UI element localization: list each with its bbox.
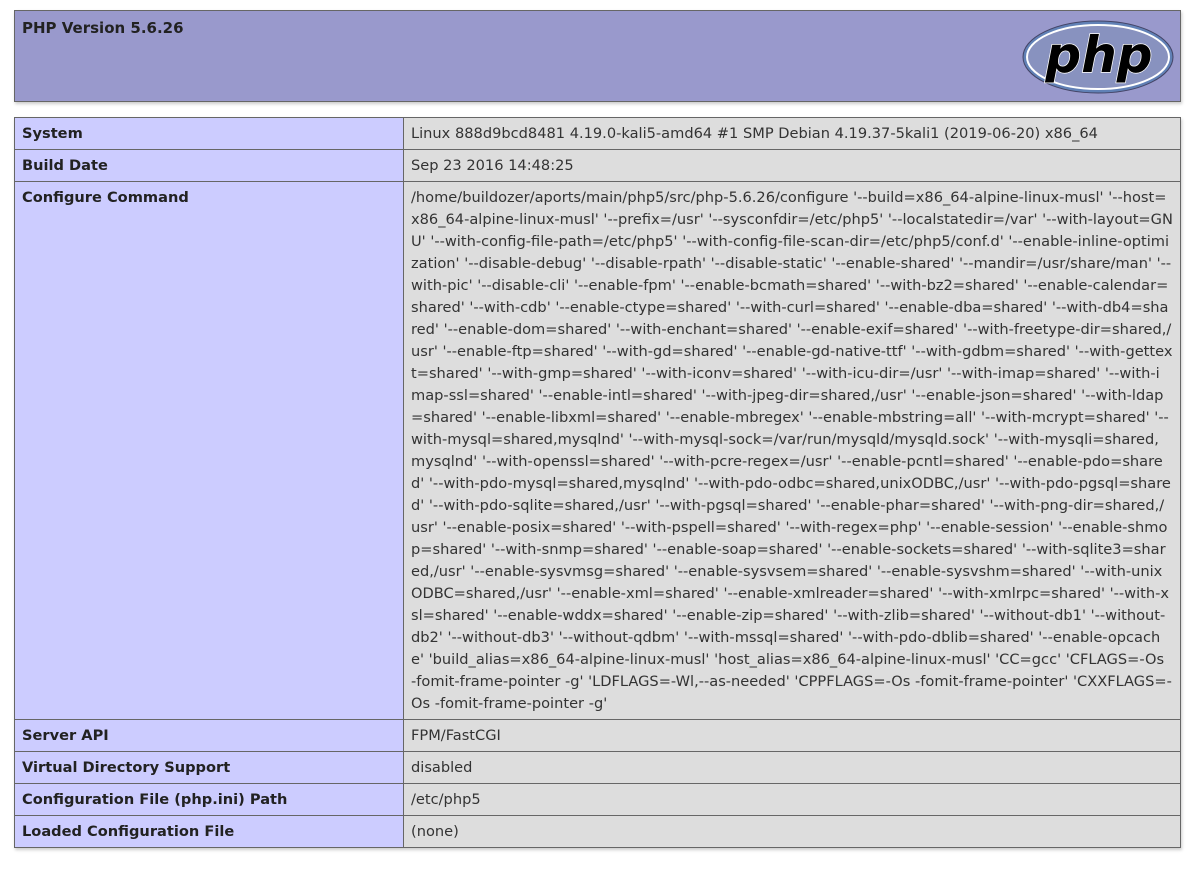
row-key: Server API <box>14 719 404 752</box>
row-value: /etc/php5 <box>403 783 1181 816</box>
row-key: Build Date <box>14 149 404 182</box>
row-value: (none) <box>403 815 1181 848</box>
row-key: System <box>14 117 404 150</box>
row-value: Sep 23 2016 14:48:25 <box>403 149 1181 182</box>
php-version-header: PHP Version 5.6.26 php <box>14 10 1181 102</box>
php-info-table: System Linux 888d9bcd8481 4.19.0-kali5-am… <box>14 117 1181 848</box>
row-key: Configure Command <box>14 181 404 720</box>
php-logo: php <box>1022 20 1174 94</box>
table-row: System Linux 888d9bcd8481 4.19.0-kali5-am… <box>14 117 1181 150</box>
row-value: disabled <box>403 751 1181 784</box>
page-title: PHP Version 5.6.26 <box>22 19 184 37</box>
table-row: Configure Command/home/buildozer/aports/… <box>14 181 1181 720</box>
table-row: Virtual Directory Support disabled <box>14 751 1181 784</box>
row-value: /home/buildozer/aports/main/php5/src/php… <box>403 181 1181 720</box>
table-row: Configuration File (php.ini) Path/etc/ph… <box>14 783 1181 816</box>
php-logo-text: php <box>1044 26 1152 84</box>
table-row: Server API FPM/FastCGI <box>14 719 1181 752</box>
row-value: FPM/FastCGI <box>403 719 1181 752</box>
row-key: Configuration File (php.ini) Path <box>14 783 404 816</box>
table-row: Loaded Configuration File (none) <box>14 815 1181 848</box>
row-key: Loaded Configuration File <box>14 815 404 848</box>
row-value: Linux 888d9bcd8481 4.19.0-kali5-amd64 #1… <box>403 117 1181 150</box>
table-row: Build Date Sep 23 2016 14:48:25 <box>14 149 1181 182</box>
row-key: Virtual Directory Support <box>14 751 404 784</box>
